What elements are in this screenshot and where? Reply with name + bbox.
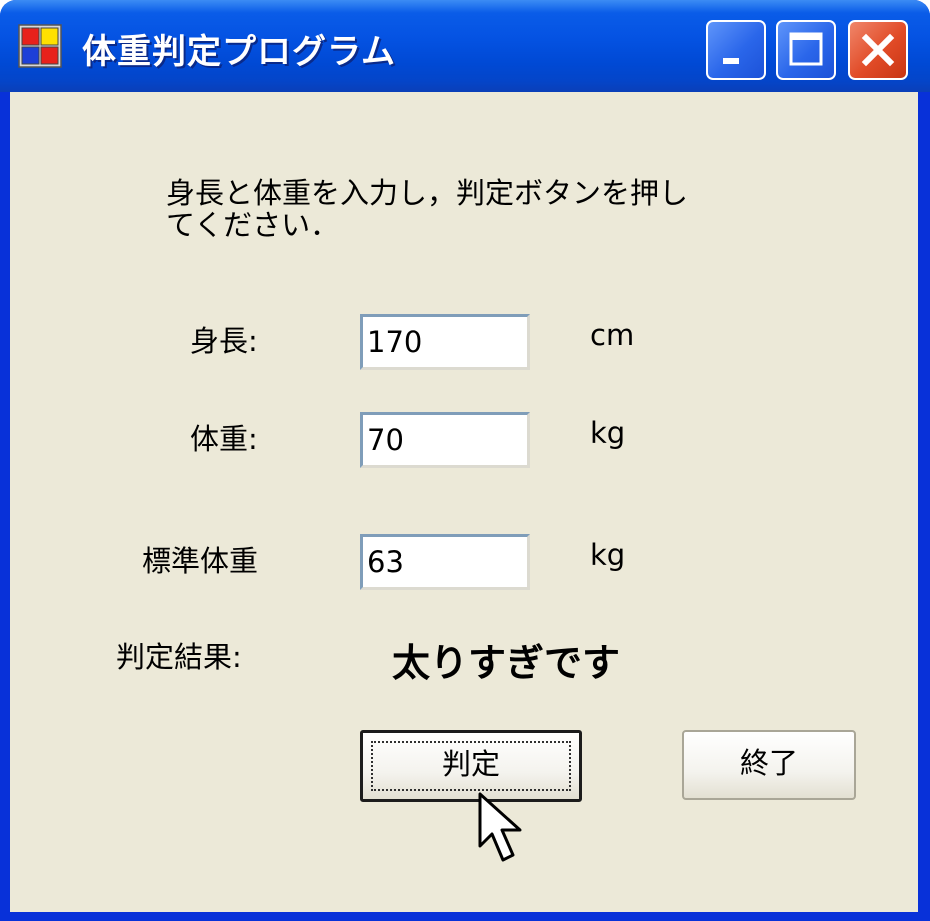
- height-unit: cm: [590, 318, 635, 352]
- exit-button[interactable]: 終了: [682, 730, 856, 800]
- exit-button-label: 終了: [739, 746, 798, 780]
- app-icon: [18, 24, 62, 68]
- weight-label: 体重:: [190, 422, 258, 456]
- maximize-button[interactable]: [776, 20, 836, 80]
- title-bar[interactable]: 体重判定プログラム: [0, 0, 930, 92]
- standard-weight-field[interactable]: 63: [360, 534, 530, 590]
- app-window: 体重判定プログラム 身長と体重を入力し，判定ボタンを押し てください． 身長: …: [0, 0, 930, 921]
- result-label: 判定結果:: [116, 640, 242, 674]
- judge-button[interactable]: 判定: [360, 730, 582, 802]
- close-icon: [861, 33, 895, 67]
- result-value: 太りすぎです: [392, 641, 621, 685]
- weight-input[interactable]: 70: [360, 412, 530, 468]
- mouse-cursor-icon: [478, 792, 522, 862]
- client-area: 身長と体重を入力し，判定ボタンを押し てください． 身長: 170 cm 体重:…: [10, 92, 918, 912]
- minimize-button[interactable]: [706, 20, 766, 80]
- weight-unit: kg: [590, 416, 626, 450]
- instruction-line-2: てください．: [166, 208, 340, 242]
- focus-rectangle: [371, 741, 571, 791]
- window-title: 体重判定プログラム: [82, 32, 396, 72]
- standard-weight-label: 標準体重: [142, 544, 259, 578]
- close-button[interactable]: [848, 20, 908, 80]
- height-label: 身長:: [190, 324, 258, 358]
- maximize-icon: [789, 32, 823, 66]
- height-input[interactable]: 170: [360, 314, 530, 370]
- minimize-icon: [723, 58, 739, 64]
- standard-weight-unit: kg: [590, 538, 626, 572]
